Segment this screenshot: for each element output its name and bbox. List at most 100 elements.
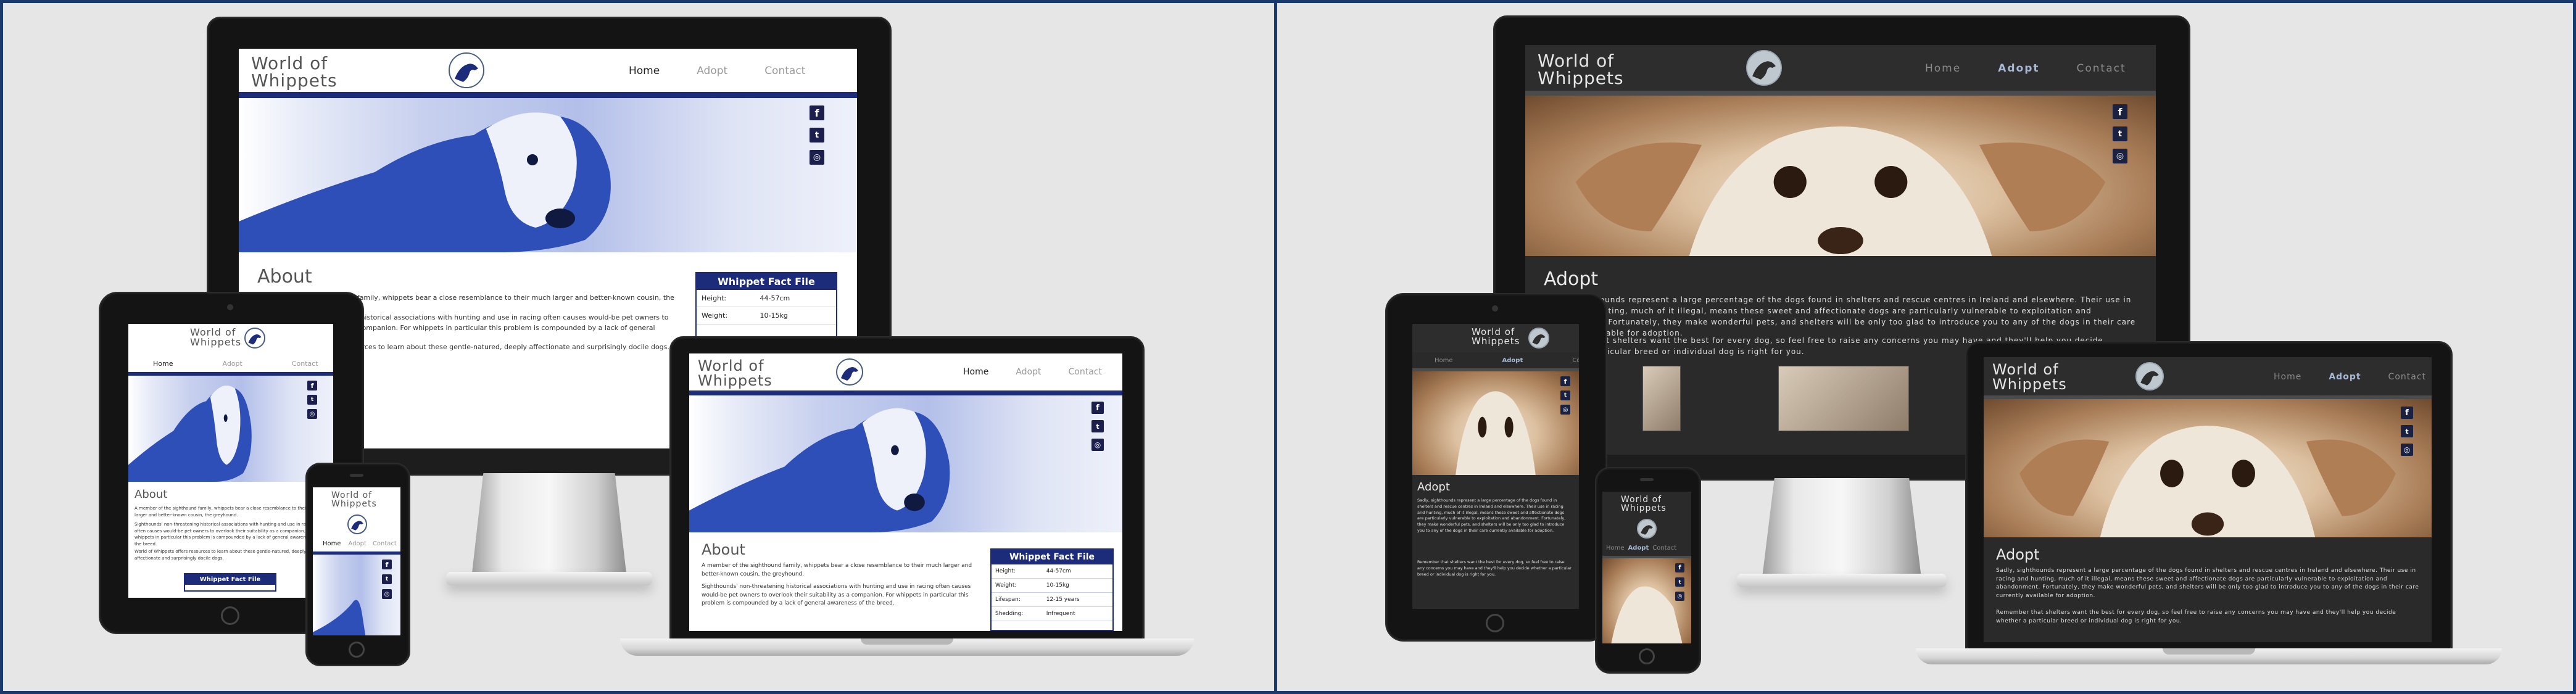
twitter-icon[interactable]: t <box>810 128 824 143</box>
about-title: About <box>257 266 312 287</box>
facebook-icon[interactable]: f <box>2401 407 2413 419</box>
home-page-mockup-panel: World of Whippets Home Adopt Contact f t… <box>0 0 1277 694</box>
site-logo[interactable]: World of Whippets <box>1621 495 1667 513</box>
facebook-icon[interactable]: f <box>810 105 824 120</box>
whippet-emblem-icon <box>836 358 863 386</box>
nav-home[interactable]: Home <box>2274 372 2301 382</box>
twitter-icon[interactable]: t <box>1675 577 1684 587</box>
whippet-emblem-icon <box>1528 328 1549 349</box>
facebook-icon[interactable]: f <box>1091 402 1104 414</box>
laptop: World of Whippets Home Adopt Contact f t… <box>620 336 1194 669</box>
header-stripe <box>239 92 857 98</box>
hero-image: f t ◎ <box>128 376 333 482</box>
social-links: f t ◎ <box>382 560 392 599</box>
hero-image: f t ◎ <box>1412 371 1579 475</box>
whippet-emblem-icon <box>1746 50 1782 86</box>
twitter-icon[interactable]: t <box>1560 390 1570 400</box>
fact-value: 44-57cm <box>1046 568 1071 574</box>
social-links: f t ◎ <box>1560 376 1570 415</box>
gallery-image[interactable] <box>1642 366 1681 431</box>
about-intro: A member of the sighthound family, whipp… <box>135 506 321 518</box>
main-nav: Home Adopt Contact <box>153 360 318 368</box>
instagram-icon[interactable]: ◎ <box>2113 149 2127 163</box>
twitter-icon[interactable]: t <box>382 574 392 584</box>
nav-contact[interactable]: Contact <box>1652 545 1676 551</box>
fact-file-card: Whippet Fact File Height: 44-57cm Weight:… <box>695 272 837 340</box>
facebook-icon[interactable]: f <box>382 560 392 569</box>
mockup-stage: World of Whippets Home Adopt Contact f t… <box>0 0 2576 694</box>
instagram-icon[interactable]: ◎ <box>1560 405 1570 415</box>
instagram-icon[interactable]: ◎ <box>1091 439 1104 451</box>
fact-value: 10-15kg <box>760 312 788 320</box>
social-links: f t ◎ <box>2401 407 2413 456</box>
instagram-icon[interactable]: ◎ <box>1675 592 1684 601</box>
nav-home[interactable]: Home <box>1925 62 1961 75</box>
nav-adopt[interactable]: Adopt <box>1628 545 1649 551</box>
main-nav: Home Adopt Contact <box>2274 372 2426 382</box>
twitter-icon[interactable]: t <box>2113 126 2127 141</box>
nav-contact[interactable]: Contact <box>373 540 397 547</box>
gallery-image[interactable] <box>1778 366 1909 431</box>
nav-contact[interactable]: Contact <box>1069 367 1102 377</box>
nav-adopt[interactable]: Adopt <box>697 65 727 77</box>
fact-value: 12-15 years <box>1046 597 1080 603</box>
instagram-icon[interactable]: ◎ <box>307 409 317 419</box>
instagram-icon[interactable]: ◎ <box>382 589 392 599</box>
nav-contact[interactable]: Contact <box>1572 357 1579 364</box>
fact-label: Height: <box>995 568 1016 574</box>
nav-home[interactable]: Home <box>629 65 660 77</box>
nav-adopt[interactable]: Adopt <box>1998 62 2039 75</box>
hero-image: f t ◎ <box>689 395 1122 532</box>
nav-contact[interactable]: Contact <box>764 65 805 77</box>
site-logo[interactable]: World of Whippets <box>331 491 377 508</box>
site-logo[interactable]: World of Whippets <box>1992 362 2067 392</box>
nav-adopt[interactable]: Adopt <box>349 540 367 547</box>
site-logo[interactable]: World of Whippets <box>698 358 772 388</box>
tablet: World ofWhippets Home Adopt Contact <box>1385 293 1607 642</box>
whippet-emblem-icon <box>244 328 265 349</box>
nav-adopt[interactable]: Adopt <box>1502 357 1523 364</box>
fact-value: Infrequent <box>1046 611 1075 617</box>
nav-home[interactable]: Home <box>1606 545 1625 551</box>
main-nav: Home Adopt Contact <box>323 540 397 547</box>
facebook-icon[interactable]: f <box>1675 563 1684 572</box>
twitter-icon[interactable]: t <box>1091 420 1104 432</box>
twitter-icon[interactable]: t <box>307 395 317 405</box>
nav-home[interactable]: Home <box>1435 357 1453 364</box>
nav-contact[interactable]: Contact <box>2077 62 2126 75</box>
facebook-icon[interactable]: f <box>307 381 317 390</box>
nav-adopt[interactable]: Adopt <box>222 360 242 368</box>
main-nav: Home Adopt Contact <box>1435 357 1579 364</box>
nav-contact[interactable]: Contact <box>2388 372 2426 382</box>
fact-file-card: Whippet Fact File <box>184 573 276 592</box>
adopt-paragraph-1: Sadly, sighthounds represent a large per… <box>1996 568 2419 599</box>
social-links: f t ◎ <box>2113 104 2127 163</box>
fact-label: Weight: <box>995 582 1017 589</box>
fact-label: Shedding: <box>995 611 1024 617</box>
site-logo[interactable]: World of Whippets <box>251 55 338 89</box>
hero-image: f t ◎ <box>313 555 400 635</box>
social-links: f t ◎ <box>307 381 317 419</box>
main-nav: Home Adopt Contact <box>1606 545 1676 551</box>
whippet-emblem-icon <box>1637 519 1657 539</box>
site-logo[interactable]: World of Whippets <box>1472 328 1520 346</box>
site-logo[interactable]: World of Whippets <box>190 328 241 347</box>
instagram-icon[interactable]: ◎ <box>2401 444 2413 456</box>
twitter-icon[interactable]: t <box>2401 425 2413 437</box>
fact-value: 10-15kg <box>1046 582 1069 589</box>
nav-adopt[interactable]: Adopt <box>1016 367 1041 377</box>
instagram-icon[interactable]: ◎ <box>810 150 824 165</box>
laptop-screen: World of Whippets Home Adopt Contact f t… <box>689 353 1122 631</box>
facebook-icon[interactable]: f <box>1560 376 1570 386</box>
nav-contact[interactable]: Contact <box>292 360 318 368</box>
adopt-paragraph-2: Remember that shelters want the best for… <box>1417 560 1572 577</box>
nav-adopt[interactable]: Adopt <box>2329 372 2361 382</box>
about-body: Sighthounds' non-threatening historical … <box>135 522 319 547</box>
nav-home[interactable]: Home <box>323 540 341 547</box>
social-links: f t ◎ <box>1675 563 1684 601</box>
laptop-screen: World of Whippets Home Adopt Contact f t… <box>1984 357 2432 642</box>
site-logo[interactable]: World of Whippets <box>1538 52 1624 87</box>
nav-home[interactable]: Home <box>963 367 988 377</box>
facebook-icon[interactable]: f <box>2113 104 2127 119</box>
nav-home[interactable]: Home <box>153 360 173 368</box>
